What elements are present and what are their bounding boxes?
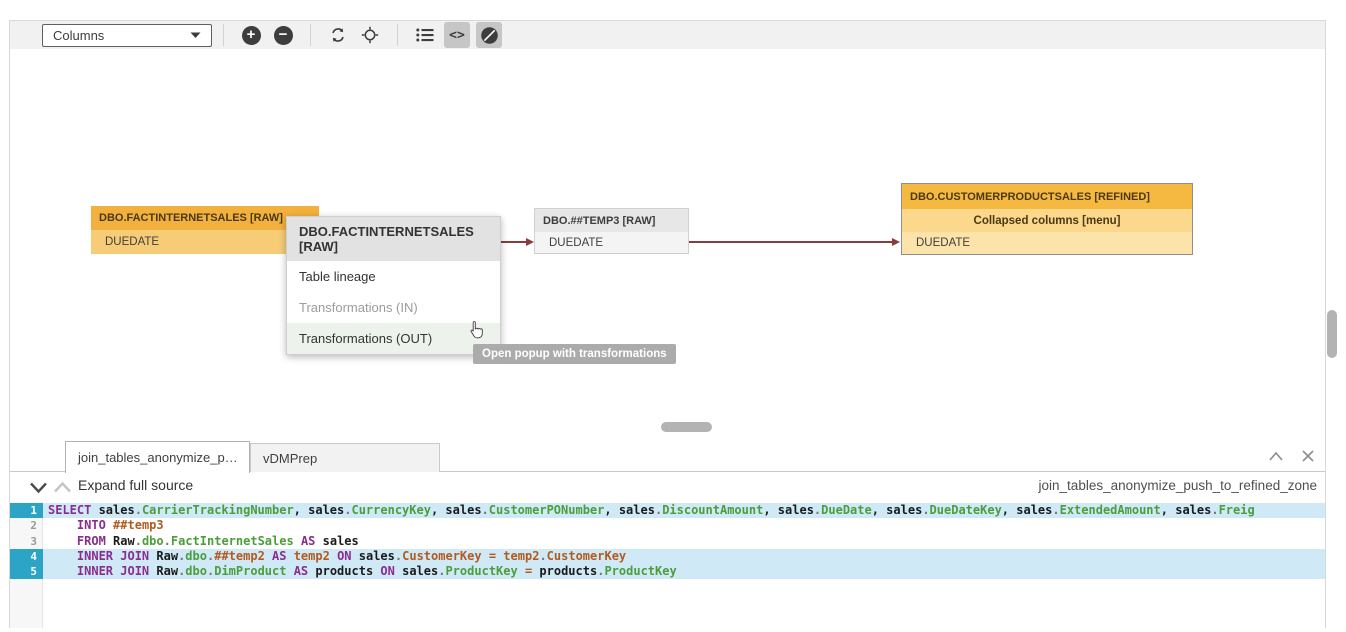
zoom-out-button[interactable]: − xyxy=(270,22,296,48)
table-node-title[interactable]: DBO.CUSTOMERPRODUCTSALES [REFINED] xyxy=(902,184,1192,209)
source-tab-join-tables-anonymize-p[interactable]: join_tables_anonymize_p… xyxy=(65,441,250,473)
expand-up-button chevron-up-icon[interactable] xyxy=(53,481,72,494)
arrowhead-icon xyxy=(526,238,534,246)
source-controls: Expand full source join_tables_anonymize… xyxy=(10,472,1325,502)
columns-select[interactable]: Columns xyxy=(42,24,212,47)
source-file-name: join_tables_anonymize_push_to_refined_zo… xyxy=(1039,478,1317,493)
crosshair-icon xyxy=(361,26,379,44)
refresh-layout-button[interactable] xyxy=(325,22,351,48)
panel-actions xyxy=(1267,448,1317,464)
column-row-duedate[interactable]: DUEDATE xyxy=(91,230,319,254)
panel-collapse-button chevron-up-icon[interactable] xyxy=(1267,448,1285,464)
diagram-toolbar: Columns + − xyxy=(10,21,1325,49)
chevron-down-icon xyxy=(190,32,201,39)
arrowhead-icon xyxy=(892,238,900,246)
columns-select-value: Columns xyxy=(53,28,104,43)
code-line-4[interactable]: 4 INNER JOIN Raw.dbo.##temp2 AS temp2 ON… xyxy=(10,549,1325,564)
expand-down-button chevron-down-icon[interactable] xyxy=(29,481,48,494)
vertical-scrollbar-thumb[interactable] xyxy=(1327,310,1337,358)
center-view-button[interactable] xyxy=(357,22,383,48)
refresh-icon xyxy=(329,26,347,44)
table-node-customerproductsales[interactable]: DBO.CUSTOMERPRODUCTSALES [REFINED] Colla… xyxy=(901,183,1193,255)
contrast-icon xyxy=(480,26,499,45)
lineage-app: Columns + − xyxy=(0,0,1346,632)
list-icon xyxy=(416,28,434,42)
expand-full-source-label[interactable]: Expand full source xyxy=(78,477,193,493)
source-tab-bar: join_tables_anonymize_p… vDMPrep xyxy=(10,438,1325,472)
toolbar-separator xyxy=(223,24,224,46)
diagram-canvas[interactable]: DBO.FACTINTERNETSALES [RAW] DUEDATE DBO.… xyxy=(10,49,1325,438)
panel-close-button close-icon[interactable] xyxy=(1299,448,1317,464)
column-row-duedate[interactable]: DUEDATE xyxy=(902,232,1192,254)
line-content: INNER JOIN Raw.dbo.##temp2 AS temp2 ON s… xyxy=(43,549,1325,564)
context-menu-title: DBO.FACTINTERNETSALES [RAW] xyxy=(287,217,500,261)
line-content: FROM Raw.dbo.FactInternetSales AS sales xyxy=(43,534,1325,549)
line-content: SELECT sales.CarrierTrackingNumber, sale… xyxy=(43,503,1325,518)
minus-circle-icon: − xyxy=(274,26,293,45)
plus-circle-icon: + xyxy=(242,26,261,45)
line-number: 4 xyxy=(10,549,43,564)
lineage-viewer-frame: Columns + − xyxy=(9,20,1326,628)
menu-item-transformations-in: Transformations (IN) xyxy=(287,292,500,323)
tab-label: vDMPrep xyxy=(263,451,317,466)
sql-source-view[interactable]: 1SELECT sales.CarrierTrackingNumber, sal… xyxy=(10,502,1325,628)
code-line-3[interactable]: 3 FROM Raw.dbo.FactInternetSales AS sale… xyxy=(10,534,1325,549)
source-panel: join_tables_anonymize_p… vDMPrep xyxy=(10,438,1325,628)
tab-label: join_tables_anonymize_p… xyxy=(78,450,238,465)
table-node-title[interactable]: DBO.FACTINTERNETSALES [RAW] xyxy=(91,206,319,230)
toolbar-separator xyxy=(397,24,398,46)
code-line-1[interactable]: 1SELECT sales.CarrierTrackingNumber, sal… xyxy=(10,503,1325,518)
line-number: 5 xyxy=(10,564,43,579)
line-number: 1 xyxy=(10,503,43,518)
table-node-temp3[interactable]: DBO.##TEMP3 [RAW] DUEDATE xyxy=(534,208,689,254)
hand-pointer-cursor-icon xyxy=(468,321,484,344)
table-node-factinternetsales[interactable]: DBO.FACTINTERNETSALES [RAW] DUEDATE xyxy=(91,206,319,254)
collapsed-columns-menu[interactable]: Collapsed columns [menu] xyxy=(902,209,1192,232)
line-content: INNER JOIN Raw.dbo.DimProduct AS product… xyxy=(43,564,1325,579)
source-tab-vdmprep[interactable]: vDMPrep xyxy=(250,443,440,472)
code-line-5[interactable]: 5 INNER JOIN Raw.dbo.DimProduct AS produ… xyxy=(10,564,1325,579)
contrast-toggle-button[interactable] xyxy=(476,22,502,48)
lineage-edge xyxy=(501,241,527,243)
horizontal-scrollbar-thumb[interactable] xyxy=(661,422,712,432)
code-icon: <> xyxy=(449,28,465,43)
table-node-title[interactable]: DBO.##TEMP3 [RAW] xyxy=(535,209,688,232)
sql-code-lines: 1SELECT sales.CarrierTrackingNumber, sal… xyxy=(10,503,1325,579)
line-content: INTO ##temp3 xyxy=(43,518,1325,533)
toolbar-separator xyxy=(310,24,311,46)
column-row-duedate[interactable]: DUEDATE xyxy=(535,232,688,253)
menu-item-table-lineage[interactable]: Table lineage xyxy=(287,261,500,292)
line-number: 3 xyxy=(10,534,43,549)
line-number: 2 xyxy=(10,518,43,533)
lineage-edge xyxy=(689,241,893,243)
tooltip: Open popup with transformations xyxy=(473,344,676,364)
zoom-in-button[interactable]: + xyxy=(238,22,264,48)
code-line-2[interactable]: 2 INTO ##temp3 xyxy=(10,518,1325,533)
list-view-button[interactable] xyxy=(412,22,438,48)
code-view-button[interactable]: <> xyxy=(444,22,470,48)
